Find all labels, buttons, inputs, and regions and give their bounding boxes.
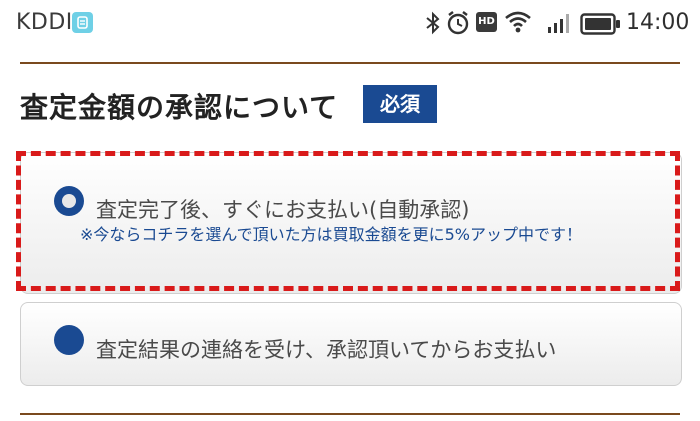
radio-unselected[interactable] [54,325,84,355]
top-divider [20,62,680,64]
battery-icon [580,13,620,35]
hd-voice-icon: HD [476,12,497,32]
wifi-icon [505,11,531,33]
signal-icon [548,14,569,33]
carrier-name: KDDI [16,10,73,35]
required-badge: 必須 [363,85,437,123]
section-title: 査定金額の承認について [20,91,339,124]
radio-selected[interactable] [54,186,84,216]
option-auto-approve-label: 査定完了後、すぐにお支払い(自動承認) [96,198,470,222]
clock: 14:00 [626,10,690,35]
bottom-divider [20,413,680,415]
option-manual-approve-label: 査定結果の連絡を受け、承認頂いてからお支払い [96,338,557,362]
bluetooth-icon [426,11,440,35]
carrier-app-icon [72,12,93,33]
alarm-icon [447,11,469,35]
status-bar: KDDI HD 14:00 [0,0,700,48]
option-auto-approve-note: ※今ならコチラを選んで頂いた方は買取金額を更に5%アップ中です！ [80,225,582,244]
